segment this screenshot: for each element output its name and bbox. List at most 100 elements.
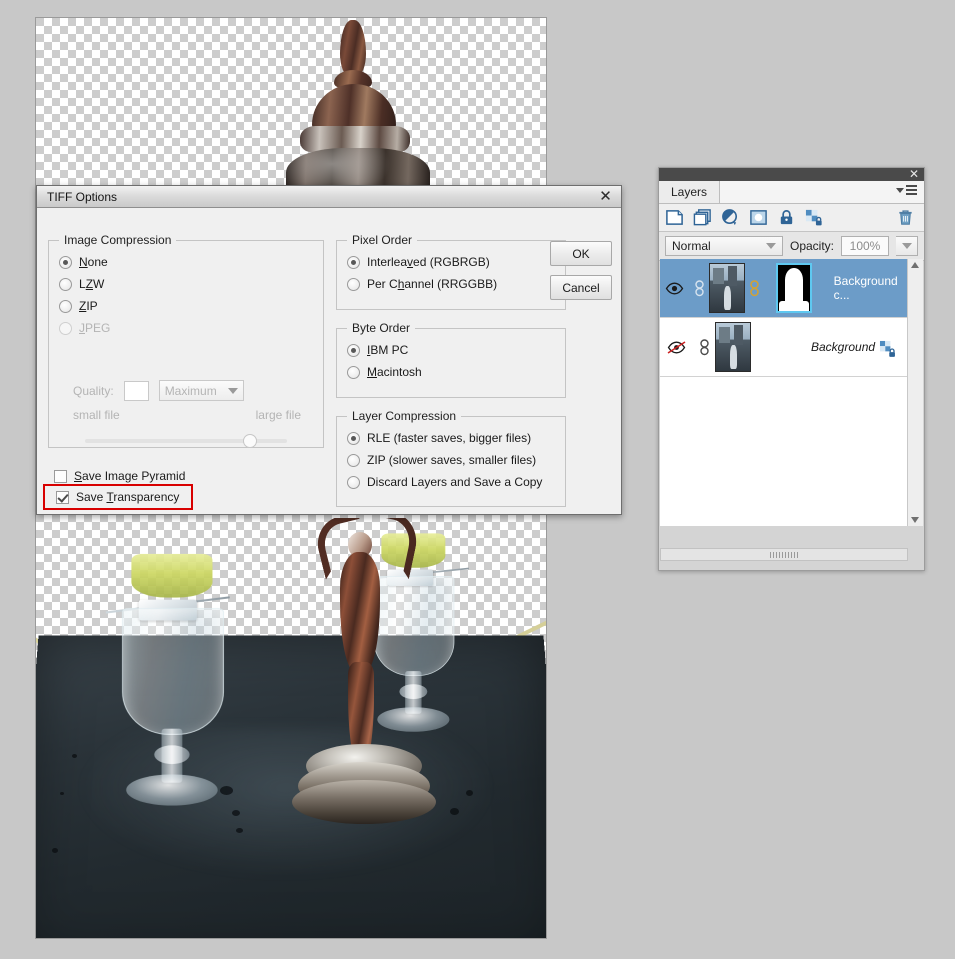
blend-mode-dropdown[interactable]: Normal [665,236,783,256]
radio-per-channel[interactable]: Per Channel (RRGGBB) [347,273,565,295]
layer-thumbnail-figure [730,345,737,369]
layers-panel-titlebar[interactable]: ✕ [659,167,924,181]
radio-rle[interactable]: RLE (faster saves, bigger files) [347,427,565,449]
radio-indicator-macintosh[interactable] [347,365,360,379]
radio-label-interleaved: Interleaved (RGBRGB) [367,255,490,269]
byte-order-legend: Byte Order [352,321,411,335]
radio-label-per-channel: Per Channel (RRGGBB) [367,277,498,291]
link-icon [750,279,760,296]
radio-indicator-ibm-pc[interactable] [347,343,360,357]
table-scene-graphic [36,518,546,938]
opacity-value[interactable]: 100% [841,236,890,256]
checkbox-label-transparency: Save Transparency [76,490,180,504]
radio-ibm-pc[interactable]: IBM PC [347,339,565,361]
lock-transparency-icon[interactable] [805,208,824,227]
glass-knot [154,745,190,764]
water-droplet [52,848,58,853]
checkbox-label-pyramid: Save Image Pyramid [74,469,186,483]
radio-discard-layers[interactable]: Discard Layers and Save a Copy [347,471,565,493]
radio-zip[interactable]: ZIP [59,295,323,317]
lock-transparency-icon [879,340,895,357]
layer-visibility-toggle[interactable] [660,340,693,354]
radio-indicator-interleaved[interactable] [347,255,360,269]
image-compression-options: None LZW ZIP JPEG [49,247,323,339]
layer-compression-group: Layer Compression RLE (faster saves, big… [336,409,566,507]
radio-indicator-per-channel[interactable] [347,277,360,291]
delete-layer-icon[interactable] [896,208,915,227]
water-droplet [236,828,243,833]
radio-indicator-none[interactable] [59,255,72,269]
radio-none[interactable]: None [59,251,323,273]
panel-menu-icon[interactable] [896,185,917,195]
radio-label-macintosh: Macintosh [367,365,422,379]
new-layer-icon[interactable] [665,208,684,227]
radio-indicator-rle[interactable] [347,431,360,445]
checkbox-indicator-transparency[interactable] [56,490,69,504]
cancel-button[interactable]: Cancel [550,275,612,300]
radio-lzw[interactable]: LZW [59,273,323,295]
adjustment-layer-icon[interactable] [721,208,740,227]
close-icon[interactable]: ✕ [909,167,919,181]
layer-visibility-toggle[interactable] [660,282,689,295]
radio-interleaved[interactable]: Interleaved (RGBRGB) [347,251,565,273]
layers-list[interactable]: Background c... Background [660,259,909,526]
horizontal-scrollbar[interactable] [660,548,908,561]
silver-figurine [292,518,436,842]
tab-layers-label: Layers [671,185,708,199]
absinthe-liquid [131,553,213,598]
layer-thumbnail[interactable] [709,263,746,313]
radio-indicator-zip[interactable] [59,299,72,313]
radio-indicator-lzw[interactable] [59,277,72,291]
dialog-titlebar[interactable]: TIFF Options ✕ [37,186,621,208]
quality-preset-value: Maximum [164,383,217,398]
layer-link-toggle[interactable] [693,338,715,356]
scroll-up-arrow[interactable] [911,262,919,268]
scrollbar-grip [770,552,798,558]
checkbox-save-transparency-highlight[interactable]: Save Transparency [43,484,193,510]
lock-layer-icon[interactable] [777,208,796,227]
layer-link-toggle[interactable] [689,279,709,297]
panel-footer [659,561,924,570]
mask-base [778,301,809,311]
pixel-order-group: Pixel Order Interleaved (RGBRGB) Per Cha… [336,233,566,310]
ok-button[interactable]: OK [550,241,612,266]
table-row[interactable]: Background c... [660,259,908,318]
radio-zip-layers[interactable]: ZIP (slower saves, smaller files) [347,449,565,471]
figurine-dome [312,84,396,132]
checkbox-save-transparency[interactable]: Save Transparency [56,486,179,508]
figurine-top-graphic [264,18,454,220]
layer-mask-icon[interactable] [749,208,768,227]
opacity-label: Opacity: [790,239,835,253]
layers-panel[interactable]: ✕ Layers Normal Opacity: 100% Background… [658,167,925,571]
tab-layers[interactable]: Layers [659,181,721,203]
table-row[interactable]: Background [660,318,908,377]
duplicate-layer-icon[interactable] [693,208,712,227]
layer-thumbnail[interactable] [715,322,751,372]
opacity-stepper[interactable] [896,236,919,256]
hamburger-icon [906,185,917,195]
dialog-title: TIFF Options [47,189,118,204]
radio-indicator-zip-layers[interactable] [347,453,360,467]
radio-macintosh[interactable]: Macintosh [347,361,565,383]
scroll-down-arrow[interactable] [911,517,919,523]
quality-slider [85,434,287,448]
layer-compression-options: RLE (faster saves, bigger files) ZIP (sl… [337,423,565,493]
radio-indicator-discard-layers[interactable] [347,475,360,489]
water-droplet [232,810,240,816]
tiff-options-dialog[interactable]: TIFF Options ✕ Image Compression None LZ… [36,185,622,515]
radio-label-lzw: LZW [79,277,105,291]
close-icon[interactable]: ✕ [597,188,614,205]
radio-indicator-jpeg [59,321,72,335]
mask-link-toggle[interactable] [745,279,765,297]
layer-mask-thumbnail[interactable] [775,263,812,313]
blend-mode-value: Normal [672,239,711,253]
vertical-scrollbar[interactable] [907,259,923,526]
chevron-down-icon [901,243,912,249]
radio-label-jpeg: JPEG [79,321,111,335]
checkbox-indicator-pyramid[interactable] [54,469,67,483]
link-icon [695,279,704,296]
chevron-down-icon [896,187,904,193]
water-droplet [450,808,459,815]
small-file-label: small file [73,408,120,422]
water-droplet [466,790,473,796]
